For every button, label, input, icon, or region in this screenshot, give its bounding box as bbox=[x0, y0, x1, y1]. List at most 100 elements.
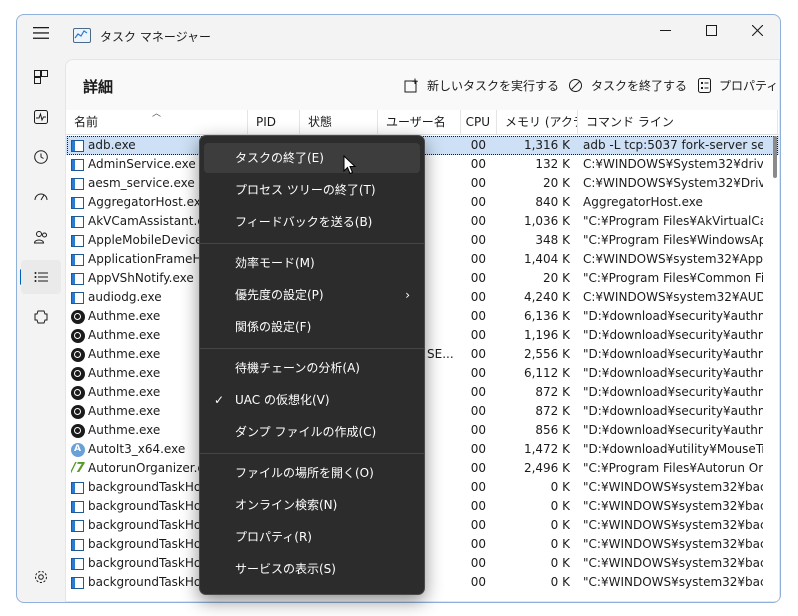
context-menu-item[interactable]: オンライン検索(N) bbox=[204, 490, 420, 520]
command-line-value: "D:¥download¥utility¥MouseTra... bbox=[583, 442, 763, 456]
nav-details[interactable] bbox=[21, 260, 61, 294]
settings-icon bbox=[35, 571, 47, 583]
context-menu-item[interactable]: プロパティ(R) bbox=[204, 522, 420, 552]
details-icon bbox=[34, 272, 48, 282]
nav-settings[interactable] bbox=[21, 560, 61, 594]
command-line-value: "D:¥download¥security¥authme... bbox=[583, 309, 763, 323]
memory-value: 1,316 K bbox=[523, 138, 570, 152]
cpu-value: 00 bbox=[470, 480, 486, 494]
window-app-icon bbox=[71, 196, 84, 209]
app-history-icon bbox=[34, 150, 48, 164]
nav-app-history[interactable] bbox=[21, 140, 61, 174]
properties-button[interactable]: プロパティ bbox=[698, 74, 778, 96]
maximize-button[interactable] bbox=[688, 15, 734, 45]
cpu-value: 00 bbox=[470, 252, 486, 266]
table-header: ︿ 名前 PID 状態 ユーザー名 CPU メモリ (アクテ... コマンド ラ… bbox=[66, 110, 779, 135]
process-icon-cell: /7 bbox=[71, 459, 87, 478]
column-header-name[interactable]: ︿ 名前 bbox=[66, 110, 248, 134]
mouse-cursor-icon bbox=[343, 155, 357, 175]
column-header-status[interactable]: 状態 bbox=[300, 110, 378, 134]
cpu-value: 00 bbox=[470, 195, 486, 209]
process-icon-cell bbox=[71, 193, 87, 212]
context-menu-item[interactable]: プロセス ツリーの終了(T) bbox=[204, 175, 420, 205]
cpu-value: 00 bbox=[470, 214, 486, 228]
command-line-value: "D:¥download¥security¥authme... bbox=[583, 404, 763, 418]
menu-item-label: 待機チェーンの分析(A) bbox=[235, 361, 360, 375]
context-menu-item[interactable]: 待機チェーンの分析(A) bbox=[204, 353, 420, 383]
authme-key-icon bbox=[71, 404, 85, 419]
cpu-value: 00 bbox=[470, 575, 486, 589]
cpu-value: 00 bbox=[470, 556, 486, 570]
command-line-value: adb -L tcp:5037 fork-server serv... bbox=[583, 138, 763, 152]
minimize-button[interactable] bbox=[642, 15, 688, 45]
menu-separator bbox=[200, 243, 424, 244]
context-menu-item[interactable]: サービスの表示(S) bbox=[204, 554, 420, 584]
process-icon-cell bbox=[71, 554, 87, 573]
command-line-value: "C:¥Program Files¥Autorun Org... bbox=[583, 461, 763, 475]
command-line-value: "C:¥WINDOWS¥system32¥back... bbox=[583, 556, 763, 570]
context-menu-item[interactable]: タスクの終了(E) bbox=[204, 143, 420, 173]
column-header-cpu[interactable]: CPU bbox=[461, 110, 497, 134]
processes-icon bbox=[34, 70, 48, 84]
process-icon-cell bbox=[71, 573, 87, 592]
memory-value: 20 K bbox=[543, 176, 570, 190]
command-line-value: "D:¥download¥security¥authme... bbox=[583, 347, 763, 361]
process-icon-cell bbox=[71, 516, 87, 535]
process-icon-cell bbox=[71, 155, 87, 174]
cpu-value: 00 bbox=[470, 518, 486, 532]
context-menu-item[interactable]: 優先度の設定(P) › bbox=[204, 280, 420, 310]
command-line-value: "D:¥download¥security¥authme... bbox=[583, 366, 763, 380]
vertical-scrollbar[interactable] bbox=[773, 136, 777, 178]
command-line-value: C:¥WINDOWS¥system32¥Applic... bbox=[583, 252, 763, 266]
end-task-icon bbox=[569, 78, 582, 92]
memory-value: 0 K bbox=[550, 499, 570, 513]
menu-item-label: フィードバックを送る(B) bbox=[235, 215, 373, 229]
window-app-icon bbox=[71, 557, 84, 570]
context-menu-item[interactable]: 効率モード(M) bbox=[204, 248, 420, 278]
cpu-value: 00 bbox=[470, 233, 486, 247]
memory-value: 856 K bbox=[535, 423, 570, 437]
navigation-sidebar bbox=[17, 51, 65, 602]
context-menu-item[interactable]: ファイルの場所を開く(O) bbox=[204, 458, 420, 488]
column-header-command-line[interactable]: コマンド ライン bbox=[578, 110, 778, 134]
authme-key-icon bbox=[71, 366, 85, 381]
column-header-user[interactable]: ユーザー名 bbox=[378, 110, 461, 134]
column-header-pid[interactable]: PID bbox=[248, 110, 300, 134]
command-line-value: "C:¥Program Files¥WindowsAp... bbox=[583, 233, 763, 247]
nav-services[interactable] bbox=[21, 300, 61, 334]
hamburger-menu-icon[interactable] bbox=[27, 19, 55, 47]
command-line-value: "D:¥download¥security¥authme... bbox=[583, 423, 763, 437]
close-button[interactable] bbox=[734, 15, 780, 45]
authme-key-icon bbox=[71, 423, 85, 438]
column-header-memory[interactable]: メモリ (アクテ... bbox=[497, 110, 578, 134]
context-menu-item[interactable]: フィードバックを送る(B) bbox=[204, 207, 420, 237]
end-task-button[interactable]: タスクを終了する bbox=[568, 74, 687, 96]
context-menu-item[interactable]: 関係の設定(F) bbox=[204, 312, 420, 342]
nav-startup-apps[interactable] bbox=[21, 180, 61, 214]
context-menu-item[interactable]: ダンプ ファイルの作成(C) bbox=[204, 417, 420, 447]
cpu-value: 00 bbox=[470, 404, 486, 418]
memory-value: 872 K bbox=[535, 404, 570, 418]
menu-item-label: 効率モード(M) bbox=[235, 256, 315, 270]
cpu-value: 00 bbox=[470, 138, 486, 152]
nav-processes[interactable] bbox=[21, 60, 61, 94]
command-line-value: C:¥WINDOWS¥System32¥driver... bbox=[583, 157, 763, 171]
page-title: 詳細 bbox=[83, 78, 114, 96]
checkmark-icon: ✓ bbox=[214, 393, 225, 407]
menu-item-label: ダンプ ファイルの作成(C) bbox=[235, 425, 377, 439]
authme-key-icon bbox=[71, 309, 85, 324]
nav-performance[interactable] bbox=[21, 100, 61, 134]
process-icon-cell bbox=[71, 345, 87, 364]
cpu-value: 00 bbox=[470, 176, 486, 190]
nav-users[interactable] bbox=[21, 220, 61, 254]
context-menu-item[interactable]: ✓ UAC の仮想化(V) bbox=[204, 385, 420, 415]
process-icon-cell bbox=[71, 326, 87, 345]
run-new-task-button[interactable]: 新しいタスクを実行する bbox=[404, 74, 559, 96]
memory-value: 6,136 K bbox=[523, 309, 570, 323]
properties-label: プロパティ bbox=[719, 78, 779, 93]
memory-value: 0 K bbox=[550, 518, 570, 532]
memory-value: 2,496 K bbox=[523, 461, 570, 475]
process-icon-cell bbox=[71, 364, 87, 383]
cpu-value: 00 bbox=[470, 442, 486, 456]
autorun-organizer-icon: /7 bbox=[71, 460, 85, 476]
